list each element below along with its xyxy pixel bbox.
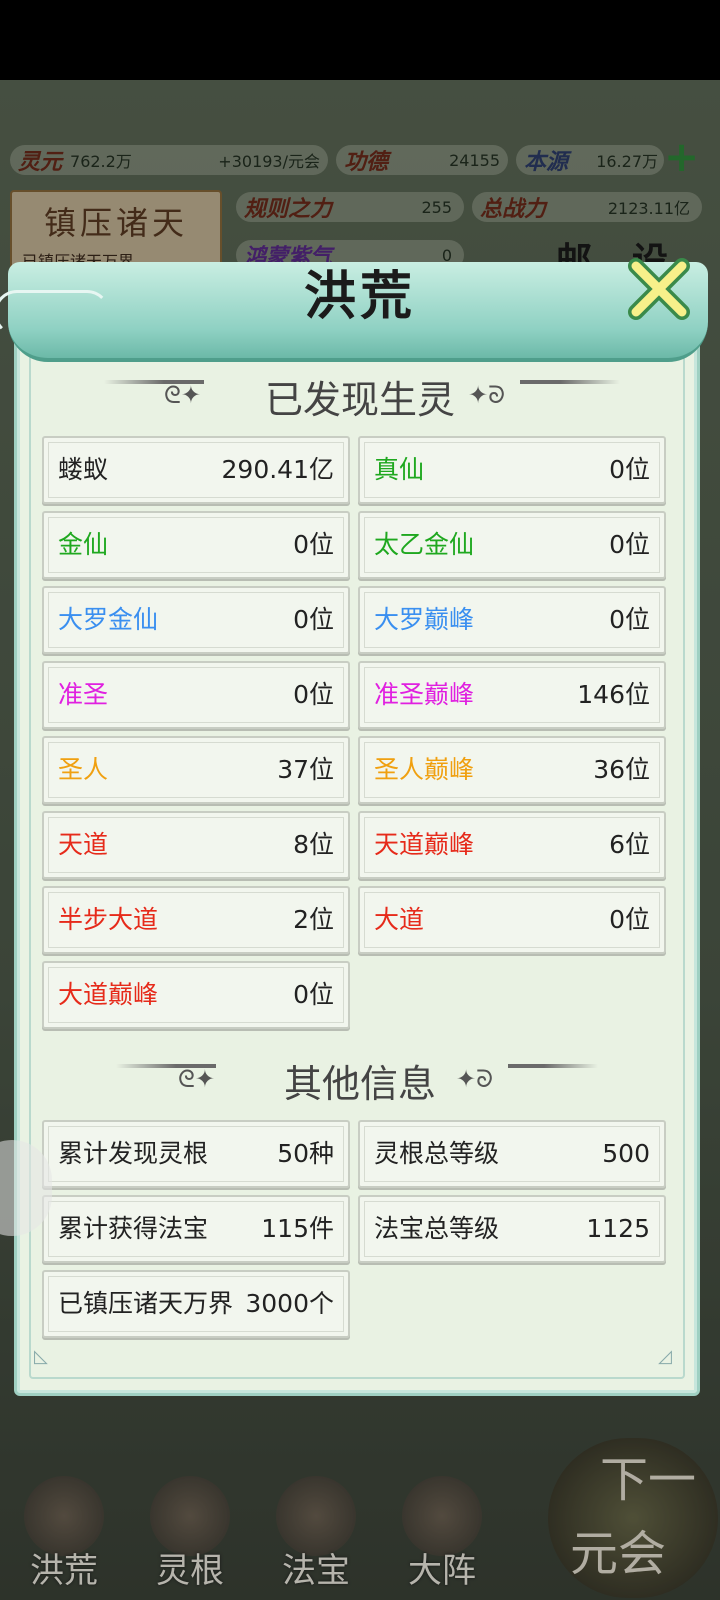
- creature-cell: 半步大道 2位: [42, 886, 350, 954]
- info-cell: 灵根总等级 500: [358, 1120, 666, 1188]
- swirl-ornament: ᘓ✦: [178, 1065, 216, 1093]
- creature-cell: 大罗金仙 0位: [42, 586, 350, 654]
- dialog-title: 洪荒: [303, 266, 416, 327]
- creature-name: 圣人巅峰: [374, 755, 475, 784]
- creature-value: 0位: [609, 530, 650, 559]
- info-cell: 法宝总等级 1125: [358, 1195, 666, 1263]
- creature-cell: 大道 0位: [358, 886, 666, 954]
- creature-name: 太乙金仙: [374, 530, 475, 559]
- info-name: 累计发现灵根: [58, 1139, 209, 1168]
- creature-name: 蝼蚁: [58, 455, 109, 484]
- creature-value: 8位: [293, 830, 334, 859]
- info-value: 115件: [261, 1214, 334, 1243]
- creature-cell: 大罗巅峰 0位: [358, 586, 666, 654]
- creature-value: 37位: [277, 755, 334, 784]
- creature-cell: 天道巅峰 6位: [358, 811, 666, 879]
- creature-value: 6位: [609, 830, 650, 859]
- corner-ornament: ◿: [658, 1346, 672, 1367]
- creature-value: 36位: [593, 755, 650, 784]
- corner-ornament: ◺: [34, 1346, 48, 1367]
- info-value: 500: [602, 1139, 650, 1168]
- info-cell: 累计发现灵根 50种: [42, 1120, 350, 1188]
- info-cell: 累计获得法宝 115件: [42, 1195, 350, 1263]
- creature-cell: 蝼蚁 290.41亿: [42, 436, 350, 504]
- creature-value: 0位: [293, 530, 334, 559]
- creature-name: 真仙: [374, 455, 425, 484]
- creature-value: 0位: [609, 455, 650, 484]
- swirl-ornament: ✦ᘐ: [456, 1065, 494, 1093]
- info-name: 累计获得法宝: [58, 1214, 209, 1243]
- creature-name: 大道巅峰: [58, 980, 159, 1009]
- creature-name: 大道: [374, 905, 425, 934]
- swirl-ornament: ᘓ✦: [164, 381, 202, 409]
- close-button[interactable]: [626, 256, 692, 322]
- creature-value: 0位: [293, 980, 334, 1009]
- creature-cell: 天道 8位: [42, 811, 350, 879]
- creature-value: 290.41亿: [221, 455, 334, 484]
- cloud-swirl-decoration: [0, 290, 110, 336]
- section-divider-right: [508, 1064, 598, 1068]
- creature-cell: 圣人巅峰 36位: [358, 736, 666, 804]
- creature-name: 大罗巅峰: [374, 605, 475, 634]
- creature-name: 半步大道: [58, 905, 159, 934]
- creature-value: 0位: [293, 605, 334, 634]
- creature-cell: 准圣 0位: [42, 661, 350, 729]
- info-name: 灵根总等级: [374, 1139, 500, 1168]
- creature-name: 大罗金仙: [58, 605, 159, 634]
- section-divider-right: [520, 380, 620, 384]
- creature-name: 金仙: [58, 530, 109, 559]
- info-value: 50种: [277, 1139, 334, 1168]
- creature-name: 天道: [58, 830, 109, 859]
- creature-cell: 准圣巅峰 146位: [358, 661, 666, 729]
- info-value: 1125: [586, 1214, 650, 1243]
- creature-cell: 大道巅峰 0位: [42, 961, 350, 1029]
- creature-cell: 太乙金仙 0位: [358, 511, 666, 579]
- info-cell: 已镇压诸天万界 3000个: [42, 1270, 350, 1338]
- creature-value: 2位: [293, 905, 334, 934]
- creature-value: 0位: [609, 605, 650, 634]
- creature-cell: 圣人 37位: [42, 736, 350, 804]
- section-title-other-info: 其他信息: [283, 1061, 436, 1106]
- creature-cell: 真仙 0位: [358, 436, 666, 504]
- creature-name: 圣人: [58, 755, 109, 784]
- status-bar: [0, 0, 720, 80]
- creature-name: 准圣: [58, 680, 109, 709]
- creature-value: 0位: [609, 905, 650, 934]
- info-name: 法宝总等级: [374, 1214, 500, 1243]
- creature-name: 准圣巅峰: [374, 680, 475, 709]
- info-name: 已镇压诸天万界: [58, 1289, 234, 1318]
- section-title-creatures: 已发现生灵: [264, 377, 455, 422]
- creature-value: 146位: [577, 680, 650, 709]
- swirl-ornament: ✦ᘐ: [468, 381, 506, 409]
- close-icon: [628, 258, 690, 320]
- creature-cell: 金仙 0位: [42, 511, 350, 579]
- creature-value: 0位: [293, 680, 334, 709]
- creature-name: 天道巅峰: [374, 830, 475, 859]
- info-value: 3000个: [245, 1289, 334, 1318]
